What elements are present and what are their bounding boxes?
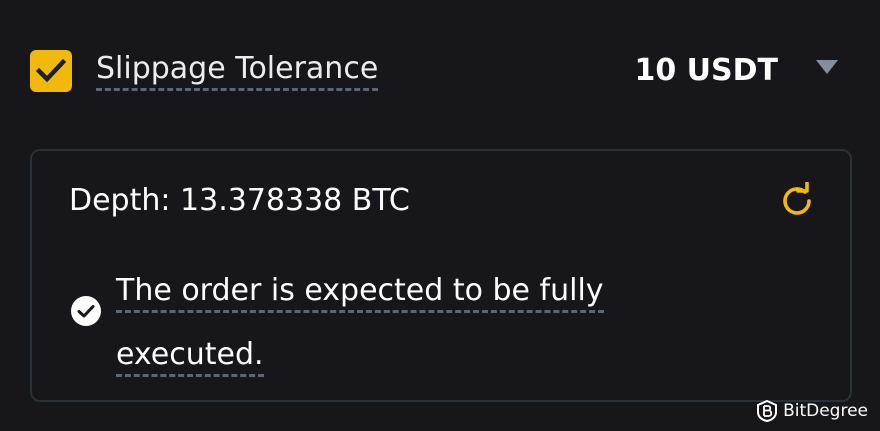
bitdegree-logo-icon [757,400,778,422]
execution-status-text: The order is expected to be fully execut… [116,273,604,377]
slippage-checkbox[interactable] [30,50,72,92]
slippage-tolerance-row: Slippage Tolerance 10 USDT [30,48,850,96]
slippage-label-text: Slippage Tolerance [96,51,379,91]
check-circle-icon [71,296,101,326]
depth-value: Depth: 13.378338 BTC [69,183,410,218]
page: Slippage Tolerance 10 USDT Depth: 13.378… [0,0,880,431]
refresh-icon[interactable] [778,182,816,220]
bitdegree-watermark-text: BitDegree [783,401,868,421]
bitdegree-watermark: BitDegree [757,399,868,423]
check-icon [36,58,66,83]
depth-card: Depth: 13.378338 BTC The order is expect… [30,149,852,402]
slippage-label[interactable]: Slippage Tolerance [96,50,379,91]
slippage-value[interactable]: 10 USDT [634,52,778,90]
caret-down-icon[interactable] [816,60,838,74]
execution-status-message: The order is expected to be fully execut… [116,259,656,387]
